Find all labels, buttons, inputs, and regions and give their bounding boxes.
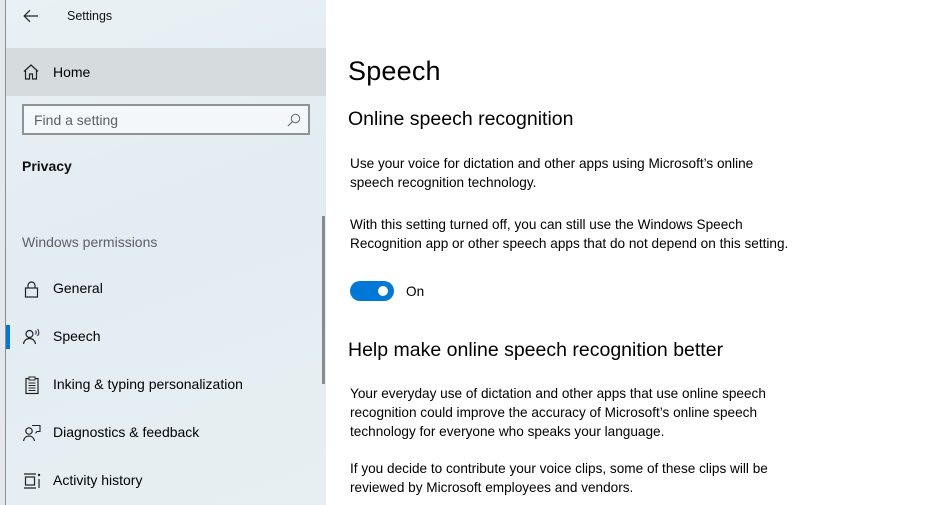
toggle-state-label: On [406,284,425,299]
description-online-speech: Use your voice for dictation and other a… [350,156,754,190]
selected-indicator [6,325,10,349]
home-icon [23,64,39,80]
search-icon[interactable] [287,113,301,127]
sidebar-item-label: General [53,280,103,296]
sidebar-scrollbar[interactable] [322,216,325,384]
search-input[interactable] [24,106,308,133]
search-box [22,104,310,135]
group-label: Windows permissions [22,234,158,250]
sidebar-item-label: Diagnostics & feedback [53,424,200,440]
sidebar-item-inking-typing[interactable]: Inking & typing personalization [6,365,316,405]
title-bar: Settings [6,0,326,34]
online-speech-toggle[interactable] [350,281,394,301]
timeline-icon [24,473,41,489]
content-pane: Speech Online speech recognition Use you… [326,0,952,505]
clipboard-icon [25,376,39,395]
section-heading-help-improve: Help make online speech recognition bett… [348,339,724,361]
section-heading-online-speech: Online speech recognition [348,108,574,130]
sidebar-item-general[interactable]: General [6,269,316,309]
sidebar-item-label: Activity history [53,472,143,488]
section-title: Privacy [22,158,72,174]
page-title: Speech [348,56,441,86]
sidebar-home[interactable]: Home [6,48,326,96]
toggle-knob [378,286,388,296]
sidebar-item-activity-history[interactable]: Activity history [6,461,316,501]
lock-icon [24,281,39,298]
sidebar-item-label: Inking & typing personalization [53,376,243,392]
speech-icon [22,328,40,345]
back-arrow-icon [23,9,38,23]
app-title: Settings [67,9,113,23]
sidebar-item-label: Speech [53,328,101,344]
sidebar-item-speech[interactable]: Speech [6,317,316,357]
description-everyday-use: Your everyday use of dictation and other… [350,386,766,439]
back-button[interactable] [20,5,42,27]
home-label: Home [53,64,91,80]
feedback-icon [22,424,41,442]
sidebar-item-diagnostics[interactable]: Diagnostics & feedback [6,413,316,453]
description-setting-off: With this setting turned off, you can st… [350,217,789,251]
sidebar: Settings Home Privacy Windows permission… [6,0,326,505]
description-voice-clips: If you decide to contribute your voice c… [350,461,768,495]
